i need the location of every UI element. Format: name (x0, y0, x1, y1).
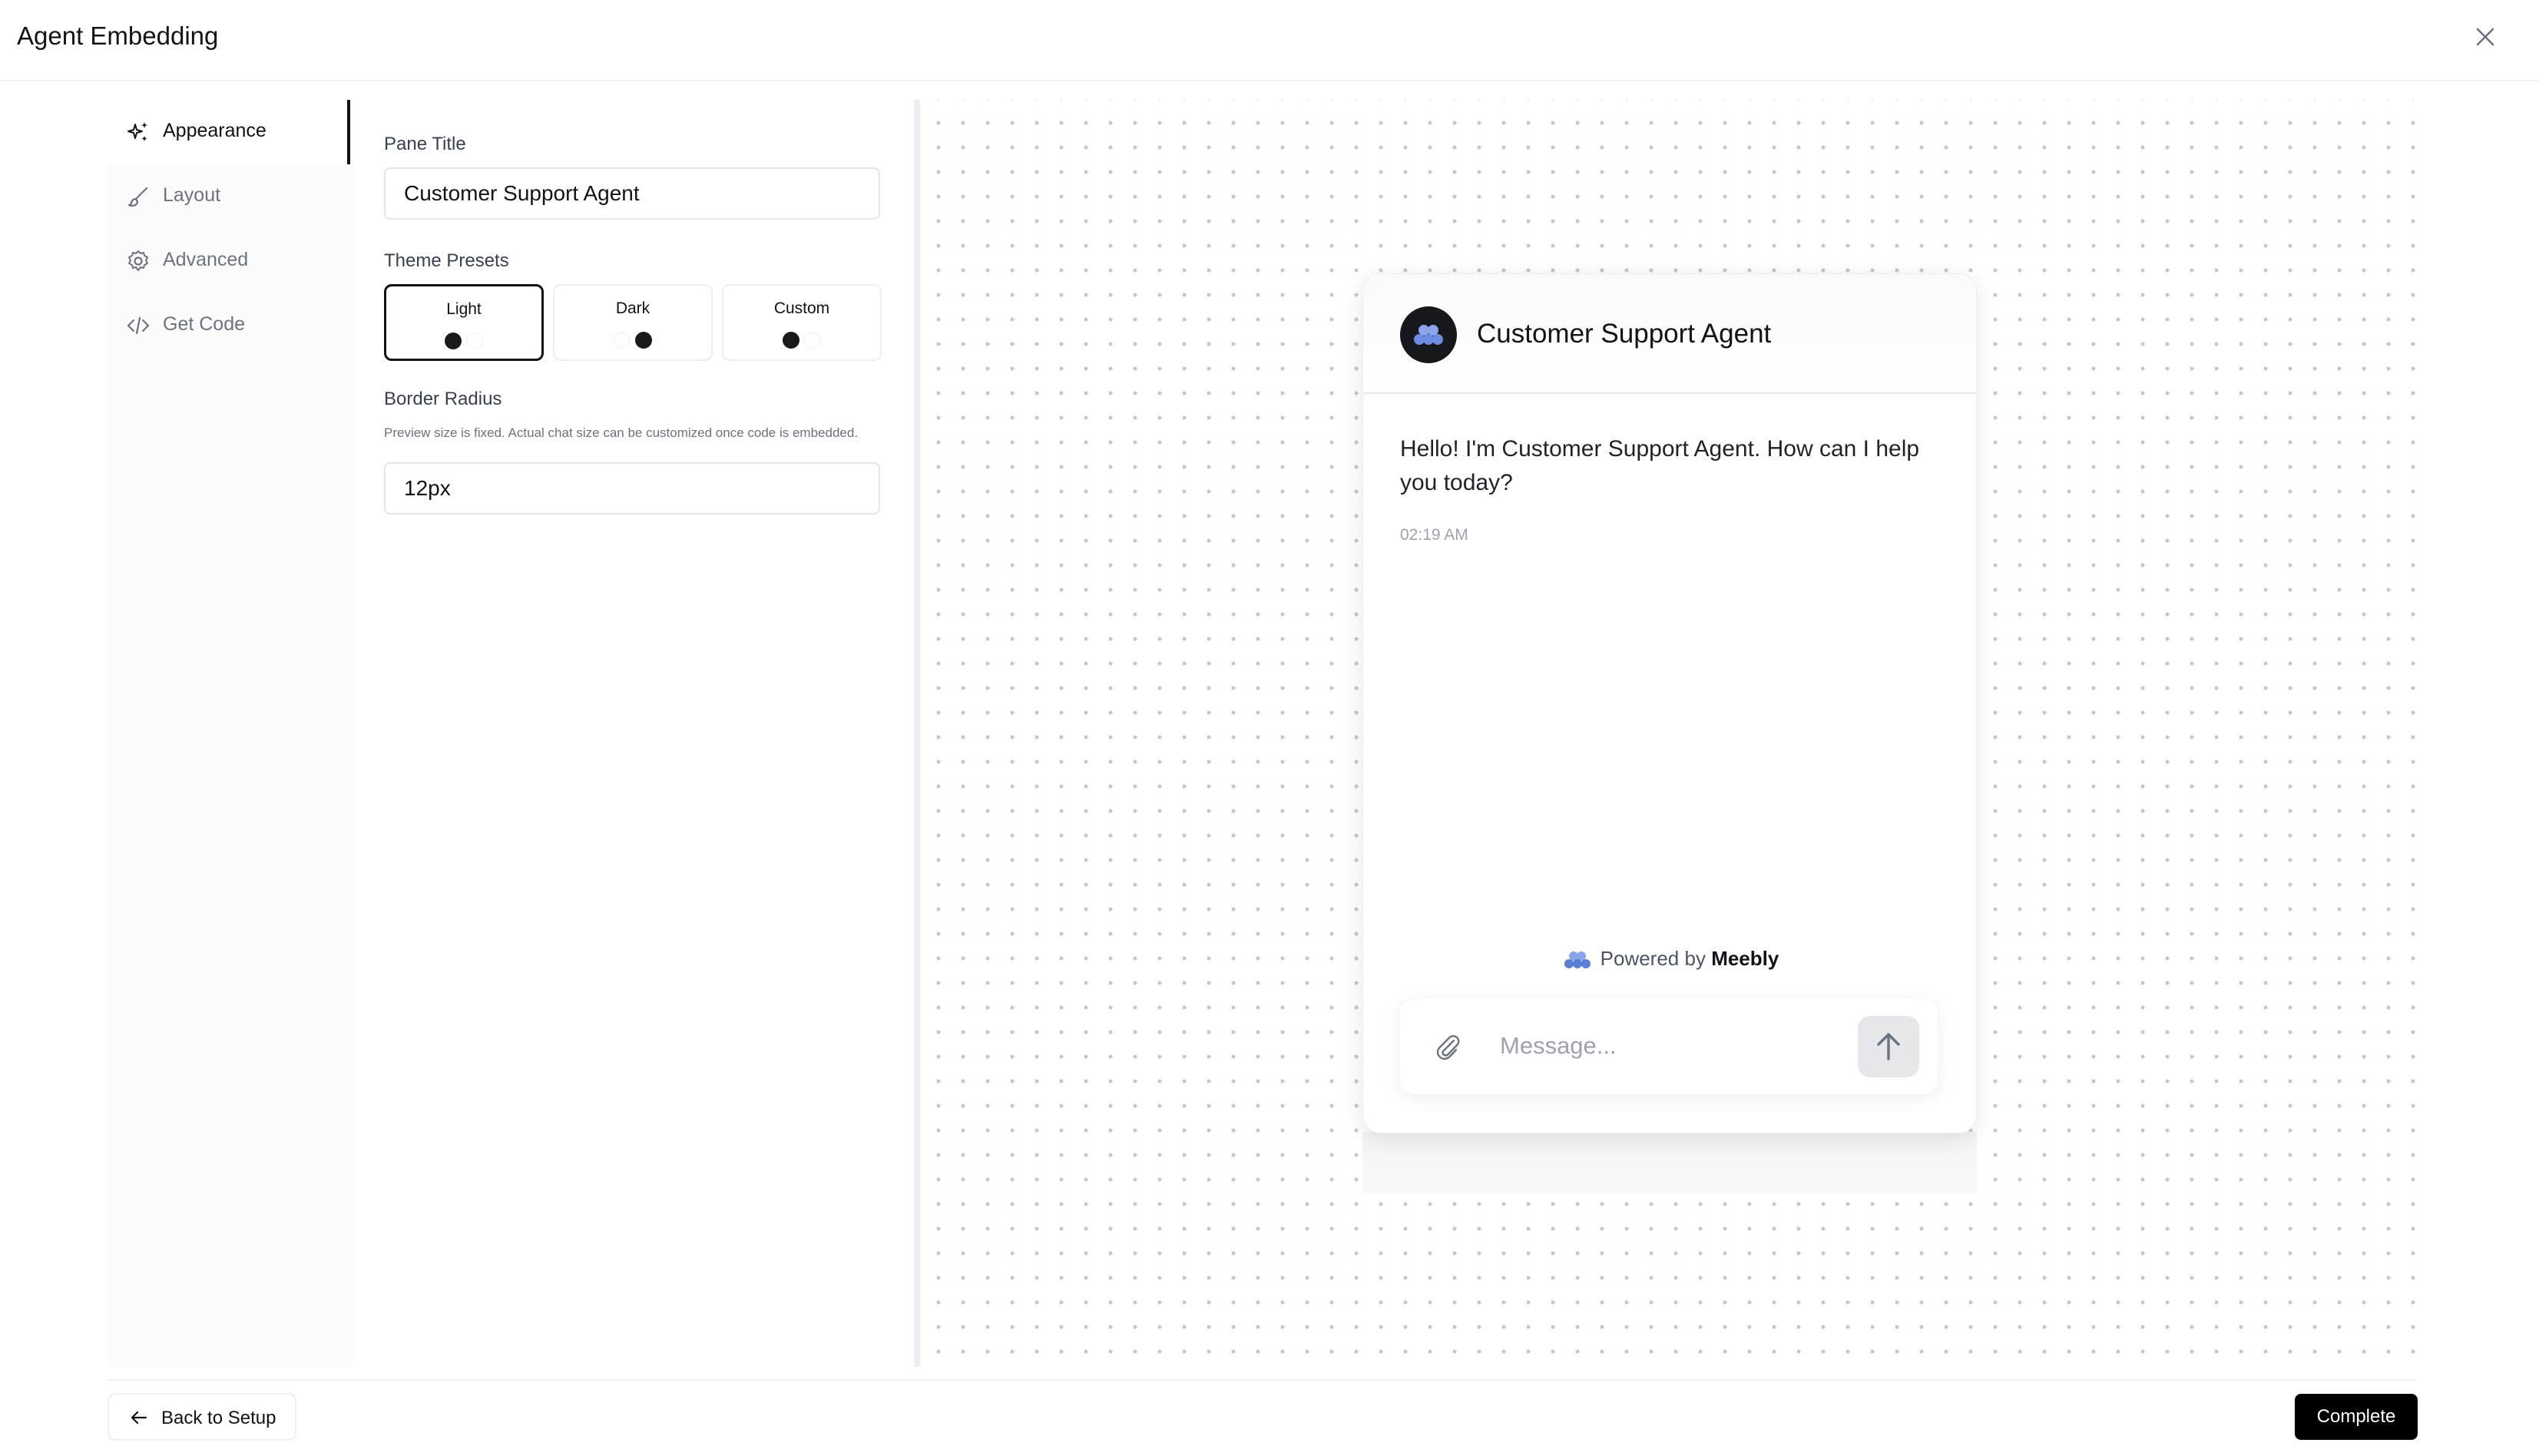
panel-divider (914, 100, 920, 1367)
message-composer (1400, 999, 1938, 1094)
agent-message: Hello! I'm Customer Support Agent. How c… (1400, 436, 1920, 495)
gear-icon (128, 250, 148, 271)
preset-dark[interactable]: Dark (553, 284, 713, 361)
sidebar-item-label: Advanced (163, 249, 249, 270)
code-icon (127, 316, 150, 335)
swatch-dot (445, 333, 462, 349)
settings-sidebar: Appearance Layout Advanced Get Code (108, 100, 353, 1367)
sidebar-item-label: Get Code (163, 313, 246, 335)
attach-button[interactable] (1431, 1030, 1465, 1064)
pane-title-label: Pane Title (384, 134, 466, 154)
meebly-logo-icon (1414, 325, 1443, 345)
preset-label: Custom (773, 299, 830, 317)
avatar (1400, 306, 1457, 363)
swatch-dot (614, 332, 631, 349)
brush-icon (127, 187, 148, 207)
modal-header: Agent Embedding (0, 0, 2539, 81)
close-button[interactable] (2470, 22, 2501, 52)
meebly-brand-icon (1564, 951, 1591, 969)
powered-by-brand: Meebly (1711, 947, 1779, 970)
preset-swatches (554, 332, 711, 350)
send-button[interactable] (1858, 1016, 1919, 1077)
sidebar-item-label: Layout (163, 184, 221, 206)
appearance-settings: Pane Title Theme Presets Light Dark Cust… (353, 100, 914, 1367)
complete-button[interactable]: Complete (2295, 1394, 2418, 1440)
border-radius-label: Border Radius (384, 389, 502, 409)
swatch-dot (783, 332, 799, 349)
footer-divider (108, 1379, 2416, 1381)
preset-light[interactable]: Light (384, 284, 544, 361)
page-title: Agent Embedding (17, 22, 219, 50)
arrow-left-icon (131, 1411, 147, 1425)
chat-header: Customer Support Agent (1363, 274, 1976, 394)
sidebar-item-advanced[interactable]: Advanced (108, 229, 352, 293)
sidebar-item-layout[interactable]: Layout (108, 164, 352, 229)
powered-by-text: Powered by (1600, 947, 1706, 970)
message-input[interactable] (1498, 1022, 1824, 1070)
sparkles-icon (127, 122, 147, 141)
border-radius-hint: Preview size is fixed. Actual chat size … (384, 425, 859, 440)
preset-custom[interactable]: Custom (722, 284, 882, 361)
preset-swatches (723, 332, 880, 350)
preset-label: Dark (615, 299, 650, 317)
message-timestamp: 02:19 AM (1400, 526, 1468, 544)
sidebar-item-label: Appearance (163, 120, 266, 141)
swatch-dot (635, 332, 652, 349)
pane-title-input[interactable] (384, 167, 880, 220)
swatch-dot (804, 332, 821, 349)
preset-swatches (386, 333, 541, 351)
paperclip-icon (1436, 1034, 1460, 1061)
sidebar-item-appearance[interactable]: Appearance (108, 100, 352, 164)
chat-title: Customer Support Agent (1477, 319, 1772, 349)
chat-preview-window: Customer Support Agent Hello! I'm Custom… (1362, 273, 1977, 1133)
border-radius-input[interactable] (384, 462, 880, 515)
close-icon (2476, 28, 2494, 46)
arrow-up-icon (1877, 1033, 1900, 1061)
back-to-setup-button[interactable]: Back to Setup (108, 1393, 296, 1441)
swatch-dot (466, 333, 483, 349)
theme-presets-label: Theme Presets (384, 250, 509, 271)
chat-shadow (1362, 1132, 1977, 1193)
active-tab-indicator (347, 100, 350, 164)
powered-by: Powered by Meebly (1363, 947, 1976, 971)
preset-label: Light (446, 300, 482, 318)
sidebar-item-get-code[interactable]: Get Code (108, 293, 352, 358)
back-to-setup-label: Back to Setup (161, 1408, 276, 1428)
